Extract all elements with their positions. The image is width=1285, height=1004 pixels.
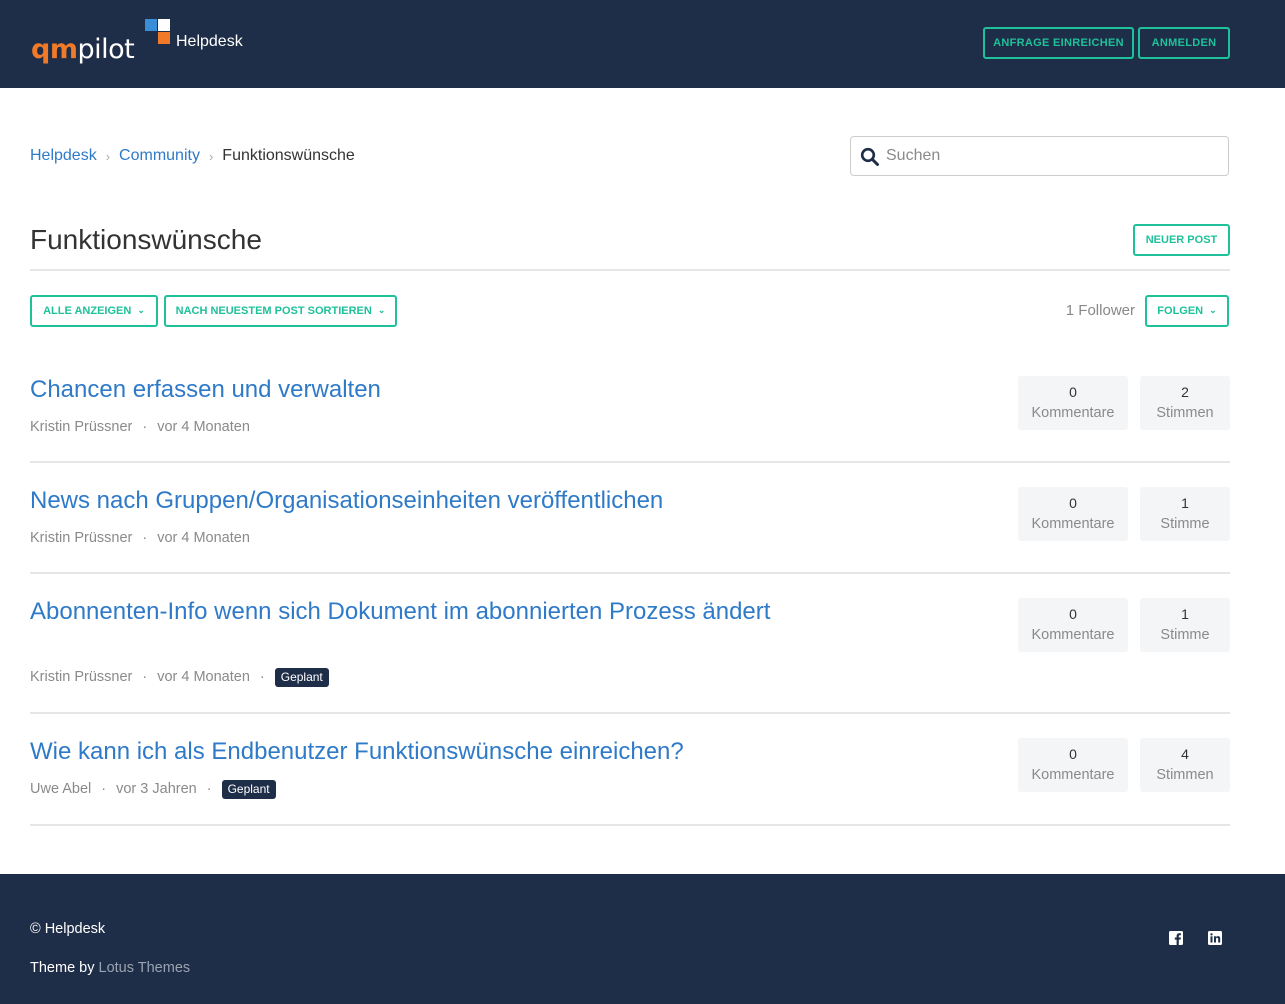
lotus-themes-link[interactable]: Lotus Themes — [99, 960, 191, 976]
votes-stat: 1 Stimme — [1140, 487, 1230, 541]
footer-theme-credit: Theme by Lotus Themes — [30, 960, 190, 976]
meta-separator: · — [206, 781, 212, 797]
post-time: vor 4 Monaten — [157, 530, 250, 546]
login-button[interactable]: ANMELDEN — [1138, 27, 1230, 59]
breadcrumb-separator: › — [208, 148, 214, 164]
show-all-dropdown[interactable]: ALLE ANZEIGEN ⌄ — [30, 295, 158, 327]
votes-count: 1 — [1181, 606, 1189, 622]
votes-count: 4 — [1181, 746, 1189, 762]
meta-separator: · — [142, 669, 148, 685]
post-divider — [30, 461, 1230, 463]
post-time: vor 4 Monaten — [157, 419, 250, 435]
votes-stat: 2 Stimmen — [1140, 376, 1230, 430]
logo-square-blue — [145, 19, 157, 31]
votes-count: 2 — [1181, 384, 1189, 400]
breadcrumb-community[interactable]: Community — [119, 147, 200, 165]
comments-label: Kommentare — [1031, 627, 1115, 643]
votes-stat: 4 Stimmen — [1140, 738, 1230, 792]
footer-copyright: © Helpdesk — [30, 921, 106, 937]
facebook-icon[interactable] — [1168, 930, 1184, 946]
votes-stat: 1 Stimme — [1140, 598, 1230, 652]
chevron-down-icon: ⌄ — [1209, 304, 1217, 315]
votes-label: Stimmen — [1156, 767, 1214, 783]
sort-dropdown[interactable]: NACH NEUESTEM POST SORTIEREN ⌄ — [164, 295, 397, 327]
site-header: qmpilot Helpdesk ANFRAGE EINREICHEN ANME… — [0, 0, 1285, 88]
post-title-link[interactable]: Abonnenten-Info wenn sich Dokument im ab… — [30, 598, 790, 626]
chevron-down-icon: ⌄ — [377, 304, 386, 315]
post-divider — [30, 712, 1230, 714]
search-icon — [860, 147, 879, 166]
site-footer: © Helpdesk Theme by Lotus Themes — [0, 874, 1285, 1004]
breadcrumb-separator: › — [105, 148, 111, 164]
meta-separator: · — [142, 419, 148, 435]
logo-wordmark: qmpilot — [31, 34, 135, 65]
page-title: Funktionswünsche — [30, 224, 262, 255]
comments-label: Kommentare — [1031, 767, 1115, 783]
follow-dropdown[interactable]: FOLGEN ⌄ — [1145, 295, 1229, 327]
post-title-link[interactable]: Wie kann ich als Endbenutzer Funktionswü… — [30, 738, 790, 766]
votes-count: 1 — [1181, 495, 1189, 511]
logo-square-white — [158, 19, 170, 31]
post-author: Kristin Prüssner — [30, 419, 133, 435]
title-divider — [30, 269, 1230, 271]
post-meta: Kristin Prüssner · vor 4 Monaten · Gepla… — [30, 667, 329, 687]
theme-by-label: Theme by — [30, 960, 95, 976]
search-input[interactable] — [886, 137, 1221, 175]
votes-label: Stimmen — [1156, 405, 1214, 421]
post-title-link[interactable]: Chancen erfassen und verwalten — [30, 376, 790, 404]
comments-stat: 0 Kommentare — [1018, 376, 1128, 430]
chevron-down-icon: ⌄ — [137, 304, 145, 315]
comments-count: 0 — [1069, 384, 1077, 400]
logo-square-orange — [158, 32, 170, 44]
post-time: vor 3 Jahren — [116, 781, 197, 797]
meta-separator: · — [259, 669, 265, 685]
post-meta: Uwe Abel · vor 3 Jahren · Geplant — [30, 779, 276, 799]
comments-count: 0 — [1069, 606, 1077, 622]
show-all-label: ALLE ANZEIGEN — [43, 305, 132, 317]
post-author: Kristin Prüssner — [30, 669, 133, 685]
post-divider — [30, 824, 1230, 826]
follow-label: FOLGEN — [1157, 305, 1204, 317]
new-post-button[interactable]: NEUER POST — [1133, 224, 1230, 256]
meta-separator: · — [101, 781, 107, 797]
votes-label: Stimme — [1160, 627, 1210, 643]
linkedin-icon[interactable] — [1207, 930, 1223, 946]
search-box — [850, 136, 1229, 176]
post-time: vor 4 Monaten — [157, 669, 250, 685]
logo-helpdesk-label: Helpdesk — [176, 33, 243, 50]
meta-separator: · — [142, 530, 148, 546]
post-title-link[interactable]: News nach Gruppen/Organisationseinheiten… — [30, 487, 790, 515]
post-divider — [30, 572, 1230, 574]
post-author: Kristin Prüssner — [30, 530, 133, 546]
sort-label: NACH NEUESTEM POST SORTIEREN — [175, 305, 372, 317]
submit-request-button[interactable]: ANFRAGE EINREICHEN — [983, 27, 1134, 59]
status-badge: Geplant — [274, 667, 329, 687]
comments-stat: 0 Kommentare — [1018, 738, 1128, 792]
post-meta: Kristin Prüssner · vor 4 Monaten — [30, 417, 250, 437]
votes-label: Stimme — [1160, 516, 1210, 532]
status-badge: Geplant — [221, 779, 276, 799]
comments-count: 0 — [1069, 746, 1077, 762]
comments-label: Kommentare — [1031, 405, 1115, 421]
breadcrumb: Helpdesk › Community › Funktionswünsche — [30, 145, 355, 167]
comments-label: Kommentare — [1031, 516, 1115, 532]
comments-stat: 0 Kommentare — [1018, 487, 1128, 541]
comments-count: 0 — [1069, 495, 1077, 511]
follower-count: 1 Follower — [1065, 302, 1135, 319]
comments-stat: 0 Kommentare — [1018, 598, 1128, 652]
post-author: Uwe Abel — [30, 781, 92, 797]
breadcrumb-current: Funktionswünsche — [222, 147, 355, 164]
breadcrumb-helpdesk[interactable]: Helpdesk — [30, 147, 97, 165]
qmpilot-logo[interactable]: qmpilot Helpdesk — [31, 18, 251, 68]
post-meta: Kristin Prüssner · vor 4 Monaten — [30, 528, 250, 548]
